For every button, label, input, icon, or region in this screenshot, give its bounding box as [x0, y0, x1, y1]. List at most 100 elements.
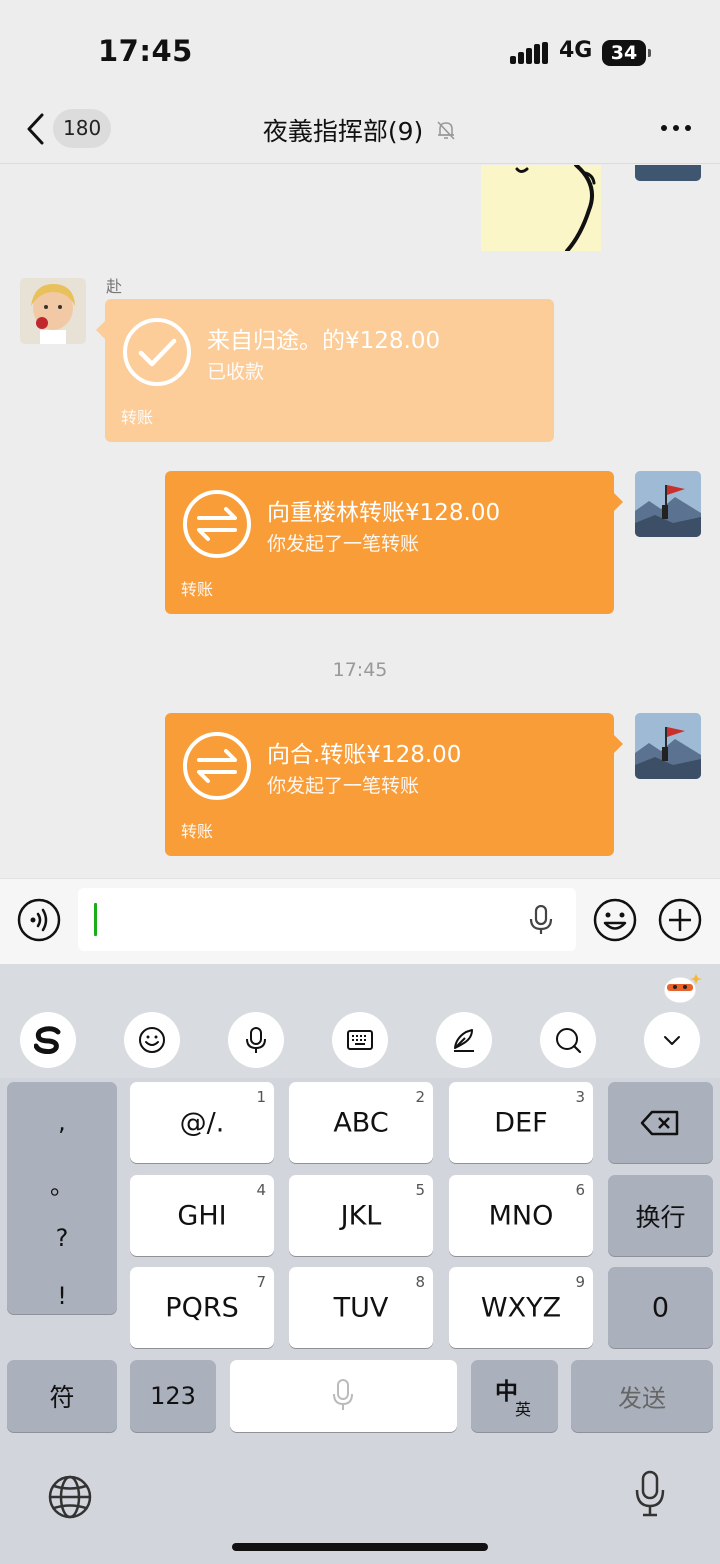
transfer-subtitle: 你发起了一笔转账	[267, 533, 420, 555]
home-indicator[interactable]	[232, 1543, 488, 1551]
voice-input-button[interactable]	[228, 1012, 284, 1068]
symbol-key[interactable]: 符	[7, 1360, 117, 1432]
transfer-title: 向重楼林转账¥128.00	[267, 500, 501, 526]
space-key[interactable]	[230, 1360, 457, 1432]
mascot-icon[interactable]	[662, 972, 702, 1004]
key-4[interactable]: 4 GHI	[130, 1175, 274, 1256]
keyboard-layout-button[interactable]	[332, 1012, 388, 1068]
received-transfer-card[interactable]: 来自归途。的¥128.00 已收款 转账	[96, 299, 554, 442]
punctuation-column[interactable]: , 。 ? !	[7, 1082, 117, 1314]
sogou-logo-button[interactable]	[20, 1012, 76, 1068]
zero-key[interactable]: 0	[608, 1267, 713, 1348]
keyboard: , 。 ? ! 1 @/. 2 ABC 3 DEF 4 GHI 5 JKL 6 …	[0, 964, 720, 1564]
pen-icon	[454, 1029, 474, 1052]
microphone-icon[interactable]	[528, 905, 554, 935]
signal-icon	[510, 42, 548, 64]
key-number: 9	[575, 1273, 585, 1291]
key-label: 0	[651, 1292, 670, 1323]
group-name: 夜義指挥部(9)	[262, 117, 424, 146]
backspace-key[interactable]	[608, 1082, 713, 1163]
network-type: 4G	[559, 38, 593, 63]
sent-transfer-card[interactable]: 向合.转账¥128.00 你发起了一笔转账 转账	[165, 713, 623, 856]
key-label: 符	[49, 1383, 75, 1412]
key-9[interactable]: 9 WXYZ	[449, 1267, 593, 1348]
key-label: PQRS	[165, 1292, 239, 1323]
key-1[interactable]: 1 @/.	[130, 1082, 274, 1163]
message-input-bar	[0, 878, 720, 964]
number-mode-key[interactable]: 123	[130, 1360, 216, 1432]
sender-avatar[interactable]	[20, 278, 86, 344]
send-key[interactable]: 发送	[571, 1360, 713, 1432]
key-number: 8	[415, 1273, 425, 1291]
keyboard-icon	[347, 1030, 373, 1050]
key-2[interactable]: 2 ABC	[289, 1082, 433, 1163]
key-number: 3	[575, 1088, 585, 1106]
my-avatar[interactable]	[635, 471, 701, 537]
key-label: MNO	[488, 1200, 554, 1231]
microphone-icon	[246, 1027, 266, 1053]
dictation-mic-icon[interactable]	[634, 1470, 666, 1518]
key-number: 2	[415, 1088, 425, 1106]
key-label: TUV	[333, 1292, 389, 1323]
language-switch-key[interactable]: 中 英	[471, 1360, 558, 1432]
key-number: 4	[256, 1181, 266, 1199]
transfer-subtitle: 你发起了一笔转账	[267, 775, 420, 797]
key-6[interactable]: 6 MNO	[449, 1175, 593, 1256]
chat-header: 180 夜義指挥部(9)	[0, 100, 720, 164]
status-time: 17:45	[98, 34, 193, 68]
chat-title: 夜義指挥部(9)	[0, 112, 720, 148]
search-button[interactable]	[540, 1012, 596, 1068]
handwriting-button[interactable]	[436, 1012, 492, 1068]
chat-timestamp: 17:45	[332, 659, 388, 681]
transfer-status: 已收款	[207, 361, 265, 383]
sent-transfer-card[interactable]: 向重楼林转账¥128.00 你发起了一笔转账 转账	[165, 471, 623, 614]
punct-key[interactable]: ,	[7, 1108, 117, 1136]
key-number: 6	[575, 1181, 585, 1199]
mute-bell-icon	[437, 121, 455, 140]
punct-key[interactable]: 。	[7, 1166, 117, 1201]
key-7[interactable]: 7 PQRS	[130, 1267, 274, 1348]
key-label: @/.	[179, 1107, 225, 1138]
smiley-icon	[139, 1027, 165, 1053]
transfer-label: 转账	[181, 822, 214, 841]
microphone-icon	[333, 1379, 353, 1410]
key-8[interactable]: 8 TUV	[289, 1267, 433, 1348]
chat-message-list[interactable]: 赴 来自归途。的¥128.00 已收款 转账 向重楼林转账¥128.00 你发起…	[0, 165, 720, 878]
transfer-arrows-icon	[183, 732, 251, 800]
key-label: JKL	[340, 1200, 382, 1231]
sticker-image[interactable]	[481, 165, 601, 251]
my-avatar[interactable]	[635, 165, 701, 181]
message-input[interactable]	[78, 888, 576, 951]
add-more-icon[interactable]	[658, 898, 702, 942]
punct-key[interactable]: !	[7, 1282, 117, 1310]
key-5[interactable]: 5 JKL	[289, 1175, 433, 1256]
battery-icon: 34	[602, 40, 651, 66]
sogou-s-icon	[34, 1026, 61, 1054]
lang-sub-label: 英	[515, 1400, 532, 1419]
key-label: 换行	[635, 1202, 686, 1232]
search-icon	[556, 1028, 582, 1054]
emoji-panel-button[interactable]	[124, 1012, 180, 1068]
emoji-icon[interactable]	[593, 898, 637, 942]
more-options-icon[interactable]	[660, 118, 692, 138]
collapse-keyboard-button[interactable]	[644, 1012, 700, 1068]
my-avatar[interactable]	[635, 713, 701, 779]
key-label: GHI	[177, 1200, 227, 1231]
key-label: ABC	[333, 1107, 389, 1138]
key-label: DEF	[494, 1107, 548, 1138]
check-circle-icon	[123, 318, 191, 386]
globe-icon[interactable]	[47, 1474, 93, 1520]
transfer-arrows-icon	[183, 490, 251, 558]
transfer-title: 向合.转账¥128.00	[267, 742, 462, 768]
key-number: 5	[415, 1181, 425, 1199]
voice-message-icon[interactable]	[17, 898, 61, 942]
key-number: 7	[256, 1273, 266, 1291]
punct-key[interactable]: ?	[7, 1224, 117, 1252]
key-label: 发送	[618, 1384, 666, 1413]
transfer-title: 来自归途。的¥128.00	[207, 328, 441, 354]
transfer-label: 转账	[181, 580, 214, 599]
newline-key[interactable]: 换行	[608, 1175, 713, 1256]
keyboard-toolbar	[0, 964, 720, 1078]
key-3[interactable]: 3 DEF	[449, 1082, 593, 1163]
sender-name: 赴	[106, 277, 123, 296]
